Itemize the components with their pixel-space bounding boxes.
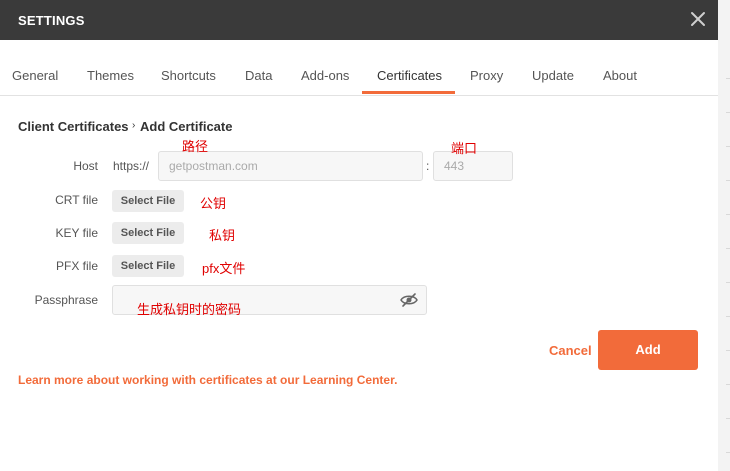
pfx-select-file-button[interactable]: Select File (112, 255, 184, 277)
divider (726, 112, 730, 113)
host-label: Host (73, 159, 98, 173)
tab-general[interactable]: General (12, 68, 58, 83)
modal-titlebar: SETTINGS (0, 0, 718, 40)
port-separator: : (426, 159, 430, 173)
tab-data[interactable]: Data (245, 68, 272, 83)
tab-add-ons[interactable]: Add-ons (301, 68, 349, 83)
annotation-private-key: 私钥 (209, 228, 236, 243)
divider (726, 180, 730, 181)
host-protocol-prefix: https:// (113, 159, 150, 173)
divider (726, 384, 730, 385)
crt-select-file-button[interactable]: Select File (112, 190, 184, 212)
annotation-port: 端口 (451, 141, 478, 156)
passphrase-label: Passphrase (34, 293, 98, 307)
tab-certificates[interactable]: Certificates (377, 68, 442, 83)
eye-off-icon[interactable] (400, 292, 418, 308)
add-button[interactable]: Add (598, 330, 698, 370)
key-select-file-button[interactable]: Select File (112, 222, 184, 244)
host-input[interactable] (158, 151, 423, 181)
tab-update[interactable]: Update (532, 68, 574, 83)
annotation-passphrase: 生成私钥时的密码 (137, 302, 242, 317)
annotation-path: 路径 (182, 139, 209, 154)
tab-shortcuts[interactable]: Shortcuts (161, 68, 216, 83)
active-tab-indicator (362, 91, 455, 94)
breadcrumb-client-certificates[interactable]: Client Certificates (18, 119, 129, 134)
tab-themes[interactable]: Themes (87, 68, 134, 83)
divider (726, 146, 730, 147)
divider (726, 316, 730, 317)
pfx-file-label: PFX file (55, 259, 98, 273)
key-file-label: KEY file (55, 226, 98, 240)
modal-title: SETTINGS (18, 13, 85, 28)
annotation-pfx-file: pfx文件 (202, 261, 246, 276)
close-icon[interactable] (686, 7, 710, 31)
background-window-edge (718, 0, 730, 471)
divider (726, 214, 730, 215)
learning-center-link[interactable]: Learn more about working with certificat… (18, 373, 397, 387)
divider (726, 452, 730, 453)
breadcrumb-add-certificate: Add Certificate (140, 119, 233, 134)
settings-tabs: General Themes Shortcuts Data Add-ons Ce… (0, 40, 718, 96)
cancel-button[interactable]: Cancel (549, 343, 592, 358)
crt-file-label: CRT file (55, 193, 98, 207)
tab-proxy[interactable]: Proxy (470, 68, 503, 83)
divider (726, 248, 730, 249)
tab-about[interactable]: About (603, 68, 637, 83)
divider (726, 418, 730, 419)
divider (726, 78, 730, 79)
divider (726, 282, 730, 283)
divider (726, 350, 730, 351)
settings-modal: SETTINGS General Themes Shortcuts Data A… (0, 0, 718, 471)
annotation-public-key: 公钥 (200, 196, 227, 211)
breadcrumb-separator: › (132, 120, 136, 131)
